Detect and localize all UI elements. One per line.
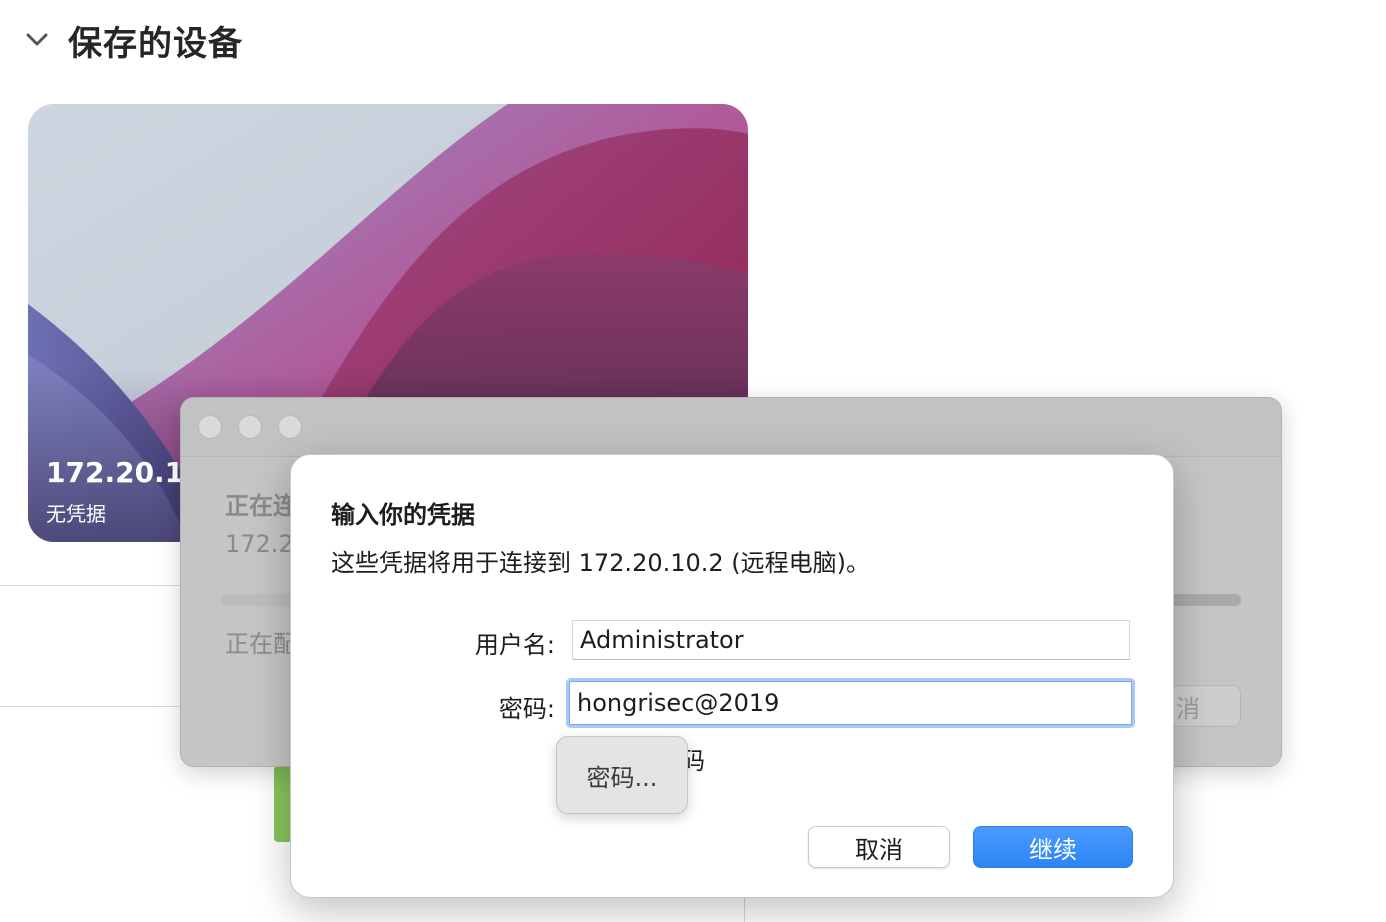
zoom-window-icon[interactable] — [278, 415, 302, 439]
credential-sheet: 输入你的凭据 这些凭据将用于连接到 172.20.10.2 (远程电脑)。 用户… — [290, 454, 1174, 898]
username-label: 用户名: — [474, 631, 555, 659]
minimize-window-icon[interactable] — [238, 415, 262, 439]
chevron-down-icon[interactable] — [22, 25, 52, 55]
username-field[interactable] — [572, 620, 1130, 660]
continue-button[interactable]: 继续 — [973, 826, 1133, 868]
connection-address: 172.2 — [225, 530, 294, 558]
password-field[interactable] — [569, 681, 1132, 725]
password-label: 密码: — [498, 695, 555, 723]
section-title: 保存的设备 — [68, 23, 243, 64]
device-credential-status: 无凭据 — [46, 502, 106, 526]
password-autofill-popover[interactable]: 密码... — [556, 736, 688, 814]
connection-status: 正在连 — [225, 492, 297, 520]
popover-label: 密码... — [586, 763, 658, 792]
sheet-description: 这些凭据将用于连接到 172.20.10.2 (远程电脑)。 — [331, 549, 871, 577]
cancel-button[interactable]: 取消 — [808, 826, 950, 868]
window-titlebar — [181, 398, 1281, 457]
sheet-title: 输入你的凭据 — [331, 501, 475, 529]
section-header: 保存的设备 — [22, 16, 243, 64]
connection-stage: 正在配 — [225, 630, 297, 658]
close-window-icon[interactable] — [198, 415, 222, 439]
